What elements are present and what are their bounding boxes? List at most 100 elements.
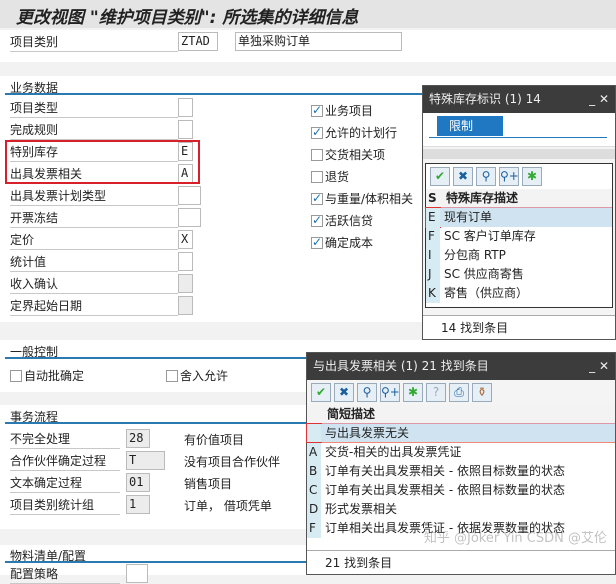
checkbox-label: 允许的计划行	[325, 126, 398, 140]
checkbox-icon	[311, 103, 323, 117]
list-item[interactable]: J SC 供应商寄售	[426, 265, 612, 284]
find-icon[interactable]: ⚲	[357, 383, 377, 402]
item-key: A	[307, 443, 321, 462]
checkbox-auto-batch[interactable]: 自动批确定	[10, 367, 84, 384]
item-desc: 交货-相关的出具发票凭证	[325, 445, 462, 459]
field-desc: 销售项目	[184, 477, 233, 491]
field-input[interactable]	[178, 296, 193, 315]
field-label: 完成规则	[10, 121, 178, 140]
special-stock-popup: 特殊库存标识 (1) 14 _ ✕ 限制 ✔ ✖ ⚲ ⚲+ ✱ S 特殊库存描述 E 现有订单…	[422, 85, 616, 340]
column-desc-header[interactable]: 特殊库存描述	[442, 189, 518, 207]
item-category-field[interactable]: ZTAD	[178, 32, 218, 51]
field-label: 开票冻结	[10, 209, 178, 228]
field-input[interactable]	[178, 274, 193, 293]
check-icon[interactable]: ✔	[311, 383, 331, 402]
cancel-icon[interactable]: ✖	[334, 383, 354, 402]
item-category-label: 项目类别	[10, 33, 178, 52]
field-label: 统计值	[10, 253, 178, 272]
checkbox-icon	[311, 213, 323, 227]
field-label: 合作伙伴确定过程	[10, 452, 120, 471]
item-desc: SC 客户订单库存	[444, 229, 536, 243]
find-next-icon[interactable]: ⚲+	[380, 383, 400, 402]
checkbox-icon	[10, 369, 22, 382]
item-key: B	[307, 462, 321, 481]
list-item[interactable]: D 形式发票相关	[307, 500, 615, 519]
list-item[interactable]: E 现有订单	[425, 207, 612, 228]
checkbox-label: 舍入允许	[180, 369, 229, 383]
find-icon[interactable]: ⚲	[476, 167, 496, 186]
page-title: 更改视图 "维护项目类别": 所选集的详细信息	[0, 0, 616, 28]
checkbox[interactable]: 交货相关项	[311, 146, 385, 163]
field-input[interactable]	[178, 120, 193, 139]
watermark: 知乎 @Joker Yin CSDN @艾伦	[423, 531, 607, 546]
field-label: 不完全处理	[10, 430, 120, 449]
cancel-icon[interactable]: ✖	[453, 167, 473, 186]
popup-title: 与出具发票相关 (1) 21 找到条目	[313, 359, 489, 373]
field-label: 项目类型	[10, 99, 178, 118]
field-desc: 有价值项目	[184, 433, 245, 447]
field-input[interactable]	[178, 186, 201, 205]
checkbox-label: 交货相关项	[325, 148, 386, 162]
checkbox-icon	[311, 235, 323, 249]
check-icon[interactable]: ✔	[430, 167, 450, 186]
item-key: D	[307, 500, 321, 519]
field-input[interactable]: 01	[126, 473, 150, 492]
list-item[interactable]: B 订单有关出具发票相关 - 依照目标数量的状态	[307, 462, 615, 481]
field-label: 收入确认	[10, 275, 178, 294]
checkbox-label: 活跃信贷	[325, 214, 374, 228]
checkbox[interactable]: 业务项目	[311, 102, 373, 119]
field-label: 项目类别统计组	[10, 496, 120, 515]
item-key: K	[426, 284, 440, 303]
item-key: I	[426, 246, 440, 265]
list-item[interactable]: A 交货-相关的出具发票凭证	[307, 443, 615, 462]
popup-titlebar: 特殊库存标识 (1) 14 _ ✕	[423, 86, 615, 113]
item-desc: 订单有关出具发票相关 - 依照目标数量的状态	[325, 483, 565, 497]
list-item[interactable]: I 分包商 RTP	[426, 246, 612, 265]
item-key: E	[425, 207, 441, 228]
checkbox-icon	[311, 148, 323, 161]
field-input[interactable]: X	[178, 230, 193, 249]
list-item[interactable]: F SC 客户订单库存	[426, 227, 612, 246]
column-key-header[interactable]: S	[426, 189, 442, 207]
checkbox-label: 业务项目	[325, 104, 374, 118]
new-icon[interactable]: ✱	[403, 383, 423, 402]
checkbox[interactable]: 退货	[311, 168, 349, 185]
list-item[interactable]: C 订单有关出具发票相关 - 依照目标数量的状态	[307, 481, 615, 500]
item-key: F	[426, 227, 440, 246]
field-label: 定价	[10, 231, 178, 250]
list-item[interactable]: K 寄售（供应商）	[426, 284, 612, 303]
field-input[interactable]: 28	[126, 429, 150, 448]
item-desc: 分包商 RTP	[444, 248, 506, 262]
checkbox-rounding[interactable]: 舍入允许	[166, 367, 228, 384]
header-panel: 项目类别 ZTAD 单独采购订单	[0, 30, 616, 62]
item-desc: 形式发票相关	[325, 502, 398, 516]
new-icon[interactable]: ✱	[522, 167, 542, 186]
popup-titlebar: 与出具发票相关 (1) 21 找到条目 _ ✕	[307, 353, 615, 380]
config-strategy-field[interactable]	[126, 564, 148, 583]
help-icon[interactable]: ?	[426, 383, 446, 402]
field-input[interactable]: 1	[126, 495, 150, 514]
checkbox[interactable]: 与重量/体积相关	[311, 190, 413, 207]
checkbox-label: 退货	[325, 170, 350, 184]
item-category-desc: 单独采购订单	[235, 32, 402, 51]
checkbox-icon	[311, 191, 323, 205]
checkbox[interactable]: 允许的计划行	[311, 124, 397, 141]
pin-icon[interactable]: ⚱	[472, 383, 492, 402]
field-input[interactable]: T	[126, 451, 165, 470]
field-input[interactable]	[178, 252, 193, 271]
print-icon[interactable]: ⎙	[449, 383, 469, 402]
item-key: C	[307, 481, 321, 500]
minimize-close-icon[interactable]: _ ✕	[589, 353, 609, 380]
field-input[interactable]	[178, 208, 201, 227]
list-item[interactable]: 与出具发票无关	[306, 423, 615, 443]
column-desc-header[interactable]: 简短描述	[307, 405, 615, 424]
minimize-close-icon[interactable]: _ ✕	[589, 86, 609, 113]
checkbox-label: 自动批确定	[24, 369, 85, 383]
field-input[interactable]	[178, 98, 193, 117]
checkbox[interactable]: 确定成本	[311, 234, 373, 251]
checkbox[interactable]: 活跃信贷	[311, 212, 373, 229]
tab-restriction[interactable]: 限制	[437, 116, 503, 136]
item-key	[306, 423, 322, 443]
popup-title: 特殊库存标识 (1) 14	[429, 92, 541, 106]
find-next-icon[interactable]: ⚲+	[499, 167, 519, 186]
